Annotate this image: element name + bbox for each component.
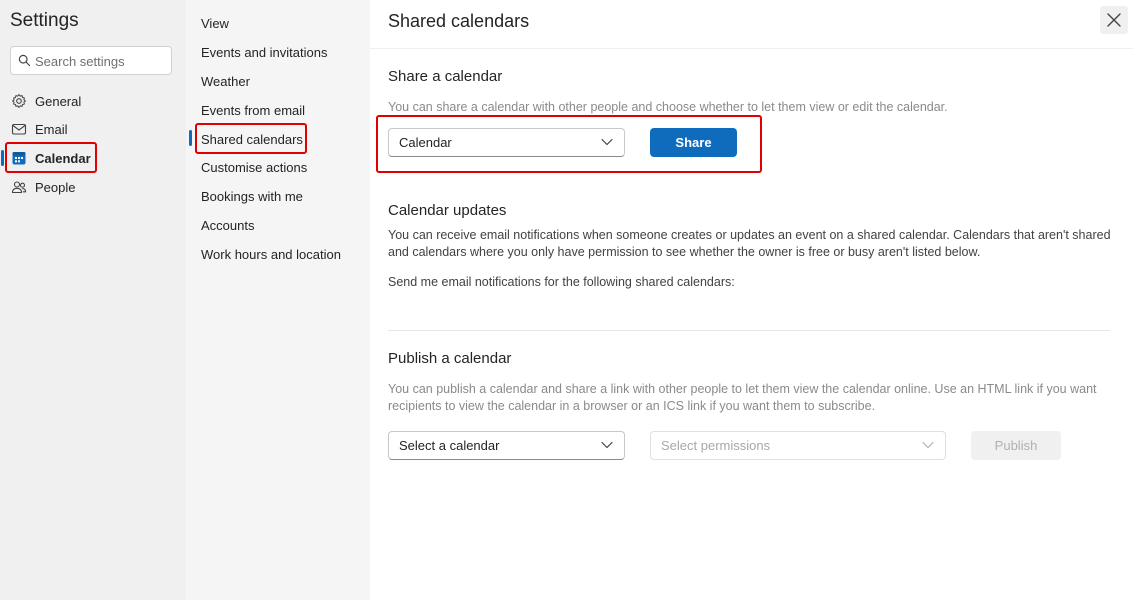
publish-section-title: Publish a calendar	[388, 350, 512, 367]
menu-item-events-from-email[interactable]: Events from email	[201, 103, 305, 118]
gear-icon	[12, 94, 26, 108]
menu-item-accounts[interactable]: Accounts	[201, 218, 254, 233]
active-indicator	[1, 150, 4, 166]
highlight-box-share	[376, 115, 762, 173]
people-icon	[11, 181, 27, 194]
highlight-box-calendar	[5, 142, 97, 173]
publish-button[interactable]: Publish	[971, 431, 1061, 460]
menu-item-work-hours-and-location[interactable]: Work hours and location	[201, 247, 341, 262]
search-box[interactable]	[10, 46, 172, 75]
updates-description: You can receive email notifications when…	[388, 228, 1111, 259]
highlight-box-shared-calendars	[195, 123, 307, 154]
publish-description: You can publish a calendar and share a l…	[388, 382, 1097, 413]
publish-permissions-dropdown[interactable]: Select permissions	[650, 431, 946, 460]
publish-calendar-placeholder: Select a calendar	[399, 438, 500, 453]
search-icon	[18, 54, 31, 67]
menu-item-bookings-with-me[interactable]: Bookings with me	[201, 189, 303, 204]
menu-active-indicator	[189, 130, 192, 146]
close-icon	[1107, 13, 1121, 27]
close-button[interactable]	[1100, 6, 1128, 34]
menu-item-events-and-invitations[interactable]: Events and invitations	[201, 45, 327, 60]
nav-item-general[interactable]: General	[6, 87, 176, 115]
updates-section-title: Calendar updates	[388, 202, 507, 219]
calendar-settings-menu: View Events and invitations Weather Even…	[186, 0, 370, 600]
publish-calendar-dropdown[interactable]: Select a calendar	[388, 431, 625, 460]
chevron-down-icon	[922, 441, 934, 449]
nav-label-email: Email	[35, 121, 68, 137]
section-divider	[388, 330, 1110, 331]
chevron-down-icon	[601, 441, 613, 449]
nav-item-email[interactable]: Email	[6, 115, 176, 143]
search-input[interactable]	[35, 51, 165, 71]
nav-label-people: People	[35, 179, 76, 195]
menu-item-customise-actions[interactable]: Customise actions	[201, 160, 307, 175]
menu-item-view[interactable]: View	[201, 16, 229, 31]
menu-item-weather[interactable]: Weather	[201, 74, 250, 89]
shared-calendars-panel: Shared calendars Share a calendar You ca…	[370, 0, 1133, 600]
nav-label-general: General	[35, 93, 82, 109]
settings-sidebar: Settings General Email C	[0, 0, 186, 600]
mail-icon	[11, 123, 27, 135]
share-section-title: Share a calendar	[388, 68, 503, 85]
page-title: Shared calendars	[388, 11, 530, 31]
header-divider	[370, 48, 1133, 49]
nav-item-people[interactable]: People	[6, 173, 176, 201]
publish-permissions-placeholder: Select permissions	[661, 438, 771, 453]
settings-title: Settings	[10, 10, 79, 31]
notify-label: Send me email notifications for the foll…	[388, 275, 735, 289]
share-description: You can share a calendar with other peop…	[388, 100, 948, 114]
